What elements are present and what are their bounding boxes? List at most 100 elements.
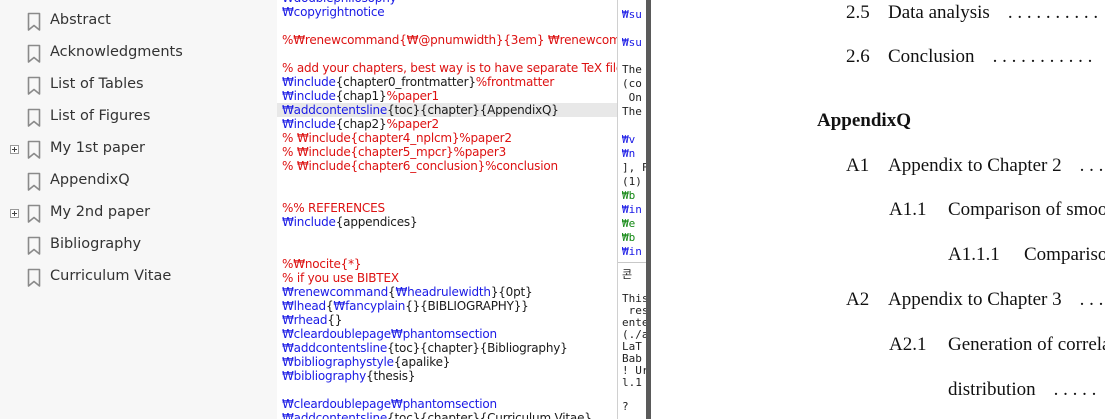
latex-source-editor[interactable]: ₩doublephilosophy₩copyrightnotice%₩renew… xyxy=(277,0,617,419)
bookmark-icon xyxy=(27,140,41,160)
code-line[interactable]: ₩include{appendices} xyxy=(282,215,418,229)
code-line[interactable]: ₩include{chap2}%paper2 xyxy=(282,117,439,131)
bookmark-item[interactable]: My 2nd paper xyxy=(0,198,277,230)
code-line[interactable]: ₩copyrightnotice xyxy=(282,5,385,19)
bookmark-item[interactable]: Bibliography xyxy=(0,230,277,262)
bookmark-label: List of Figures xyxy=(50,108,151,124)
code-token: ₩fancyplain xyxy=(333,299,406,313)
bookmark-label: Abstract xyxy=(50,12,111,28)
log-line: ₩b xyxy=(622,231,636,244)
code-token: ₩lhead xyxy=(282,299,326,313)
log-line: The xyxy=(622,63,642,76)
bookmark-item[interactable]: Curriculum Vitae xyxy=(0,262,277,294)
toc-entry-title[interactable]: Generation of correla xyxy=(948,334,1105,356)
code-line[interactable]: ₩bibliographystyle{apalike} xyxy=(282,355,450,369)
code-line[interactable]: % add your chapters, best way is to have… xyxy=(282,61,617,75)
code-line[interactable]: % ₩include{chapter4_nplcm}%paper2 xyxy=(282,131,512,145)
log-line: ], F xyxy=(622,161,647,174)
code-token: ₩addcontentsline xyxy=(282,411,388,419)
code-token: %₩nocite{*} xyxy=(282,257,362,271)
bookmark-item[interactable]: List of Figures xyxy=(0,102,277,134)
bookmark-icon xyxy=(27,108,41,128)
code-line[interactable]: ₩cleardoublepage₩phantomsection xyxy=(282,397,497,411)
code-token: {toc}{chapter}{Curriculum Vitae} xyxy=(387,411,592,419)
bookmark-label: Acknowledgments xyxy=(50,44,183,60)
code-line[interactable]: ₩addcontentsline{toc}{chapter}{Bibliogra… xyxy=(282,341,568,355)
code-line[interactable]: ₩include{chapter0_frontmatter}%frontmatt… xyxy=(282,75,554,89)
code-line[interactable]: %% REFERENCES xyxy=(282,201,385,215)
bookmark-label: Bibliography xyxy=(50,236,142,252)
log-output-pane[interactable]: ₩su ₩su The (co On The ₩v ₩n], F (1) ₩b ₩in ₩e ₩b ₩… xyxy=(617,0,647,419)
code-token: ₩renewcommand xyxy=(282,285,389,299)
toc-entry-title[interactable]: Conclusion xyxy=(888,46,975,68)
toc-entry-title[interactable]: distribution xyxy=(948,379,1036,401)
bookmark-icon xyxy=(27,236,41,256)
code-token: % if you use BIBTEX xyxy=(282,271,399,285)
code-token: {toc}{chapter}{Bibliography} xyxy=(387,341,568,355)
bookmark-label: My 2nd paper xyxy=(50,204,151,220)
code-token: % add your chapters, best way is to have… xyxy=(282,61,617,75)
log-line: ₩in xyxy=(622,203,642,216)
bookmark-icon xyxy=(27,268,41,288)
code-line[interactable]: %₩renewcommand{₩@pnumwidth}{3em} ₩renewc… xyxy=(282,33,617,47)
code-line[interactable]: ₩include{chap1}%paper1 xyxy=(282,89,439,103)
code-token: {toc}{chapter}{AppendixQ} xyxy=(387,103,559,117)
code-token: {}{BIBLIOGRAPHY}} xyxy=(405,299,529,313)
toc-entry-number: A1.1.1 xyxy=(948,244,1000,265)
code-token: {appendices} xyxy=(335,215,418,229)
code-token: ₩bibliography xyxy=(282,369,367,383)
code-line[interactable]: ₩rhead{} xyxy=(282,313,342,327)
code-token: % ₩include{chapter6_conclusion}%conclusi… xyxy=(282,159,558,173)
code-token: {chap1} xyxy=(335,89,387,103)
code-line[interactable]: ₩addcontentsline{toc}{chapter}{AppendixQ… xyxy=(277,103,617,117)
code-line[interactable]: ₩addcontentsline{toc}{chapter}{Curriculu… xyxy=(282,411,592,419)
toc-entry-title[interactable]: Comparison of smoo xyxy=(948,199,1105,221)
appendix-heading: AppendixQ xyxy=(817,110,911,131)
code-token: ₩include xyxy=(282,75,336,89)
log-line: (1) xyxy=(622,175,647,188)
code-line[interactable]: % ₩include{chapter5_mpcr}%paper3 xyxy=(282,145,506,159)
code-line[interactable]: ₩cleardoublepage₩phantomsection xyxy=(282,327,497,341)
code-token: {thesis} xyxy=(366,369,416,383)
bookmark-item[interactable]: List of Tables xyxy=(0,70,277,102)
code-token: }{0pt} xyxy=(490,285,533,299)
toc-entry-title[interactable]: Appendix to Chapter 3 xyxy=(888,289,1062,311)
expand-toggle-icon[interactable] xyxy=(10,145,19,154)
toc-entry-title[interactable]: Compariso xyxy=(1024,244,1105,266)
bookmark-item[interactable]: My 1st paper xyxy=(0,134,277,166)
log-line: ₩n xyxy=(622,147,636,160)
bookmark-item[interactable]: Acknowledgments xyxy=(0,38,277,70)
code-token: ₩include xyxy=(282,215,336,229)
toc-leader-dots: . . . . . xyxy=(1053,379,1097,400)
code-token: ₩rhead xyxy=(282,313,328,327)
log-pane-divider xyxy=(618,262,647,263)
pdf-preview[interactable]: 2.5 Data analysis . . . . . . . . . . 2.6 Co… xyxy=(651,0,1105,419)
code-token: {chap2} xyxy=(335,117,387,131)
log-pane-tab-label[interactable]: 콘 xyxy=(622,268,632,281)
code-line[interactable]: ₩renewcommand{₩headrulewidth}{0pt} xyxy=(282,285,533,299)
bookmark-item[interactable]: AppendixQ xyxy=(0,166,277,198)
code-token: %₩renewcommand{₩@pnumwidth}{3em} ₩renewc… xyxy=(282,33,617,47)
bookmark-item[interactable]: Abstract xyxy=(0,6,277,38)
log-line: ₩su xyxy=(622,8,642,21)
toc-entry-number: A1 xyxy=(846,155,870,176)
code-line[interactable]: ₩bibliography{thesis} xyxy=(282,369,415,383)
toc-entry-title[interactable]: Data analysis xyxy=(888,2,990,24)
code-line[interactable]: %₩nocite{*} xyxy=(282,257,362,271)
log-line: ₩b xyxy=(622,189,636,202)
code-token: % ₩include{chapter4_nplcm}%paper2 xyxy=(282,131,512,145)
log-line: On xyxy=(622,91,642,104)
code-line[interactable]: % ₩include{chapter6_conclusion}%conclusi… xyxy=(282,159,558,173)
code-line[interactable]: % if you use BIBTEX xyxy=(282,271,399,285)
bookmark-icon xyxy=(27,204,41,224)
log-line: ₩su xyxy=(622,36,642,49)
code-line[interactable]: ₩lhead{₩fancyplain{}{BIBLIOGRAPHY}} xyxy=(282,299,529,313)
expand-toggle-icon[interactable] xyxy=(10,209,19,218)
log-line: ₩e xyxy=(622,217,636,230)
toc-entry-number: 2.6 xyxy=(846,46,870,67)
bookmarks-panel: Abstract Acknowledgments List of Tables Lis… xyxy=(0,0,277,419)
toc-entry-title[interactable]: Appendix to Chapter 2 xyxy=(888,155,1062,177)
toc-entry-number: A1.1 xyxy=(889,199,927,220)
log-line: (co xyxy=(622,77,642,90)
code-token: ₩bibliographystyle xyxy=(282,355,394,369)
